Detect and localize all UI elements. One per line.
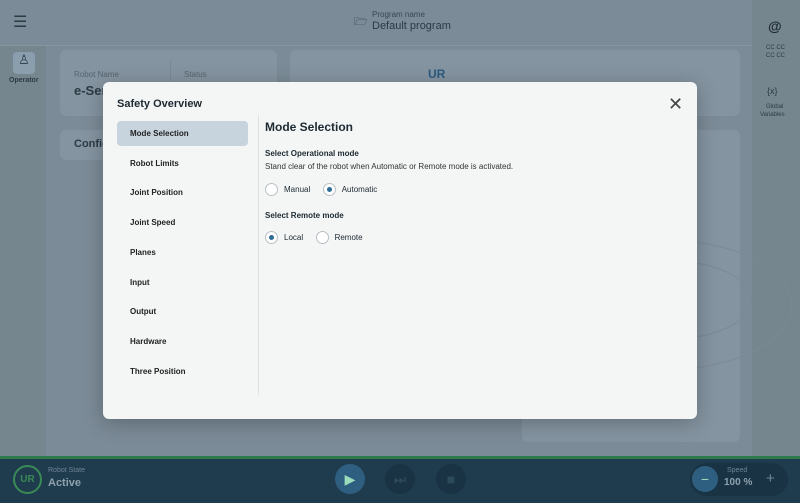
ur-status-icon: UR [13,465,42,494]
radio-circle[interactable] [315,231,329,244]
speed-label: Speed [727,467,748,474]
operational-mode-hint: Stand clear of the robot when Automatic … [265,162,514,171]
radio-circle[interactable] [322,183,336,196]
radio-circle[interactable] [265,183,278,196]
program-name-label: Program name [372,10,425,19]
remote-mode-label: Select Remote mode [265,211,344,220]
speed-value: 100 % [724,477,753,488]
connection-icon[interactable]: @ [768,18,782,34]
status-label: Status [184,70,207,79]
nav-item-input[interactable]: Input [117,270,248,295]
radio-remote[interactable]: Remote [315,231,363,244]
robot-state-label: Robot State [48,467,85,474]
close-icon[interactable]: ✕ [668,94,683,115]
program-name[interactable]: Default program [372,20,451,32]
robot-state-value: Active [48,477,82,489]
dialog-title: Safety Overview [117,98,202,110]
left-rail: ♙ Operator [0,46,46,456]
section-title: Mode Selection [265,120,354,134]
ur-logo: UR [428,67,446,81]
bottom-bar: UR Robot State Active ▶ ⏭ ■ − Speed 100 … [0,456,800,503]
operator-label: Operator [9,77,39,84]
nav-item-planes[interactable]: Planes [117,240,248,265]
radio-automatic[interactable]: Automatic [322,183,378,196]
operational-mode-radios: Manual Automatic [265,183,385,201]
robot-name-label: Robot Name [74,70,119,79]
right-rail: @ CC CC CC CC {x} Global Variables [752,0,800,456]
speed-control: − Speed 100 % + [690,463,788,496]
cc-line2: CC CC [766,53,785,59]
nav-item-hardware[interactable]: Hardware [117,329,248,354]
cc-line1: CC CC [766,45,785,51]
menu-icon[interactable]: ☰ [13,12,27,32]
nav-item-three-position[interactable]: Three Position [117,359,248,384]
global-vars-line2: Variables [760,112,785,118]
play-button[interactable]: ▶ [335,464,365,494]
speed-plus-button[interactable]: + [766,470,775,487]
stop-button[interactable]: ■ [436,464,466,494]
radio-label: Remote [334,233,363,242]
operator-icon[interactable]: ♙ [13,52,35,74]
speed-minus-button[interactable]: − [692,466,718,492]
variables-icon[interactable]: {x} [767,86,778,96]
nav-item-joint-position[interactable]: Joint Position [117,180,248,205]
radio-manual[interactable]: Manual [265,183,310,196]
radio-local[interactable]: Local [265,231,303,244]
operational-mode-label: Select Operational mode [265,149,359,158]
folder-icon: 🗁 [354,16,368,28]
radio-label: Local [284,233,304,242]
radio-label: Manual [284,185,311,194]
radio-label: Automatic [341,185,378,194]
top-bar: ☰ 🗁 Program name Default program [0,0,800,46]
global-vars-line1: Global [766,104,784,110]
nav-item-robot-limits[interactable]: Robot Limits [117,151,248,176]
nav-item-mode-selection[interactable]: Mode Selection [117,121,248,146]
step-button[interactable]: ⏭ [385,464,415,494]
radio-circle[interactable] [265,231,278,244]
safety-overview-dialog: Safety Overview ✕ Mode Selection Robot Li… [103,82,697,419]
nav-item-output[interactable]: Output [117,299,248,324]
remote-mode-radios: Local Remote [265,231,371,249]
nav-item-joint-speed[interactable]: Joint Speed [117,210,248,235]
divider [258,115,259,395]
